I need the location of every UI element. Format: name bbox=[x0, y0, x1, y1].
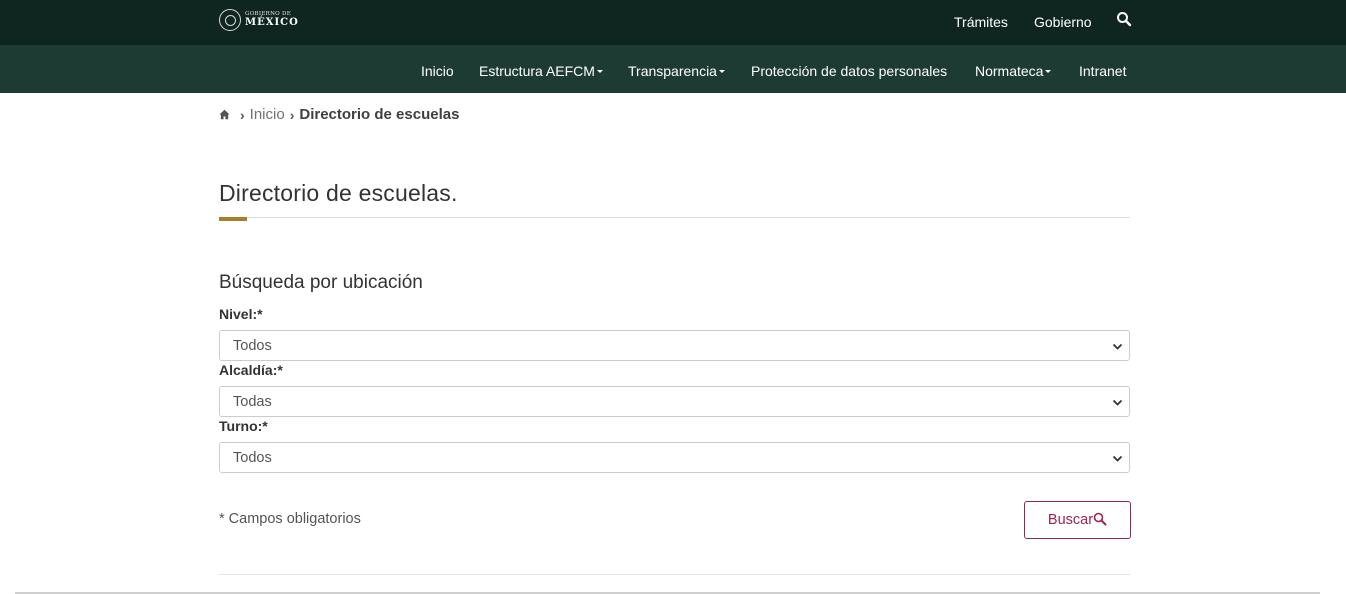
breadcrumb: › Inicio › Directorio de escuelas bbox=[219, 106, 459, 123]
alcaldia-select[interactable]: Todas bbox=[219, 386, 1130, 417]
nav-item-label: Normateca bbox=[975, 63, 1044, 79]
turno-select-value: Todos bbox=[233, 450, 272, 466]
title-accent-bar bbox=[219, 217, 247, 221]
main-nav: Inicio Estructura AEFCM Transparencia Pr… bbox=[0, 45, 1346, 93]
alcaldia-label: Alcaldía:* bbox=[219, 362, 283, 378]
nav-item-label: Transparencia bbox=[628, 63, 717, 79]
top-bar: GOBIERNO DE MÉXICO Trámites Gobierno bbox=[0, 0, 1346, 45]
nivel-label: Nivel:* bbox=[219, 306, 263, 322]
link-gobierno[interactable]: Gobierno bbox=[1034, 14, 1092, 30]
nav-item-transparencia[interactable]: Transparencia bbox=[628, 63, 725, 79]
search-button[interactable]: Buscar bbox=[1024, 501, 1131, 539]
nivel-select[interactable]: Todos bbox=[219, 330, 1130, 361]
nav-item-normateca[interactable]: Normateca bbox=[975, 63, 1052, 79]
nav-item-label: Intranet bbox=[1079, 63, 1127, 79]
chevron-down-icon bbox=[1112, 343, 1123, 350]
seal-icon bbox=[219, 9, 241, 31]
nav-item-inicio[interactable]: Inicio bbox=[421, 63, 454, 79]
link-tramites[interactable]: Trámites bbox=[954, 14, 1008, 30]
breadcrumb-link-inicio[interactable]: Inicio bbox=[250, 106, 285, 123]
search-icon bbox=[1093, 512, 1107, 525]
chevron-down-icon bbox=[1112, 455, 1123, 462]
required-fields-note: * Campos obligatorios bbox=[219, 511, 361, 527]
form-bottom-divider bbox=[219, 574, 1130, 575]
logo-text: GOBIERNO DE MÉXICO bbox=[245, 11, 299, 29]
nav-item-label: Estructura AEFCM bbox=[479, 63, 595, 79]
gobierno-mexico-logo[interactable]: GOBIERNO DE MÉXICO bbox=[219, 9, 299, 31]
nav-item-estructura[interactable]: Estructura AEFCM bbox=[479, 63, 603, 79]
breadcrumb-separator: › bbox=[240, 106, 245, 123]
breadcrumb-separator: › bbox=[289, 106, 295, 123]
alcaldia-select-value: Todas bbox=[233, 394, 272, 410]
nav-item-proteccion-datos[interactable]: Protección de datos personales bbox=[751, 63, 947, 79]
page-title: Directorio de escuelas. bbox=[219, 180, 458, 206]
home-icon[interactable] bbox=[219, 109, 230, 120]
turno-label: Turno:* bbox=[219, 418, 268, 434]
logo-big-text: MÉXICO bbox=[245, 17, 299, 29]
caret-down-icon bbox=[718, 69, 725, 73]
turno-select[interactable]: Todos bbox=[219, 442, 1130, 473]
title-divider bbox=[219, 217, 1130, 218]
breadcrumb-current: Directorio de escuelas bbox=[299, 106, 460, 123]
nav-item-label: Inicio bbox=[421, 63, 454, 79]
nav-item-intranet[interactable]: Intranet bbox=[1079, 63, 1126, 79]
search-form-heading: Búsqueda por ubicación bbox=[219, 272, 423, 293]
search-button-label: Buscar bbox=[1047, 512, 1094, 528]
caret-down-icon bbox=[596, 69, 603, 73]
search-icon[interactable] bbox=[1116, 11, 1132, 27]
nav-item-label: Protección de datos personales bbox=[751, 63, 948, 79]
nivel-select-value: Todos bbox=[233, 338, 272, 354]
caret-down-icon bbox=[1045, 69, 1052, 73]
chevron-down-icon bbox=[1112, 399, 1123, 406]
